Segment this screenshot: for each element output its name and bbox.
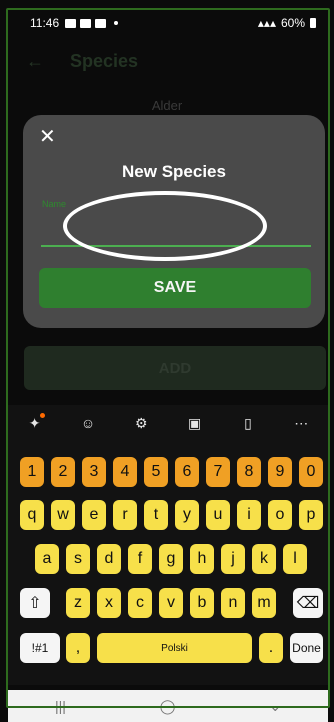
- key-m[interactable]: m: [252, 588, 276, 618]
- space-key[interactable]: Polski: [97, 633, 252, 663]
- key-1[interactable]: 1: [20, 457, 44, 487]
- key-s[interactable]: s: [66, 544, 90, 574]
- keyboard-toolbar: ✦ ☺ ⚙ ▣ ▯ ⋯: [8, 405, 328, 441]
- mail-icon: [65, 18, 77, 28]
- backspace-icon[interactable]: ⌫: [293, 588, 323, 618]
- key-v[interactable]: v: [159, 588, 183, 618]
- key-x[interactable]: x: [97, 588, 121, 618]
- emoji-icon[interactable]: ☺: [76, 411, 100, 435]
- add-button[interactable]: ADD: [24, 346, 326, 390]
- phone-screen: 11:46 ▴▴▴ 60% ← Species Alder ✕ New Spec…: [0, 0, 334, 722]
- key-u[interactable]: u: [206, 500, 230, 530]
- status-time: 11:46: [30, 16, 60, 30]
- chevron-down-icon[interactable]: ⌄: [269, 698, 281, 715]
- recent-apps-icon[interactable]: |||: [55, 698, 66, 714]
- key-y[interactable]: y: [175, 500, 199, 530]
- settings-icon[interactable]: ⚙: [129, 411, 153, 435]
- key-k[interactable]: k: [252, 544, 276, 574]
- key-b[interactable]: b: [190, 588, 214, 618]
- keyboard: ✦ ☺ ⚙ ▣ ▯ ⋯ 1 2 3 4 5 6 7 8 9 0 q w e r …: [8, 405, 328, 685]
- key-6[interactable]: 6: [175, 457, 199, 487]
- key-l[interactable]: l: [283, 544, 307, 574]
- key-a[interactable]: a: [35, 544, 59, 574]
- key-3[interactable]: 3: [82, 457, 106, 487]
- key-h[interactable]: h: [190, 544, 214, 574]
- app-bar: ← Species: [8, 40, 328, 82]
- key-0[interactable]: 0: [299, 457, 323, 487]
- key-i[interactable]: i: [237, 500, 261, 530]
- arrow-left-icon[interactable]: ←: [26, 51, 44, 72]
- key-o[interactable]: o: [268, 500, 292, 530]
- name-field-label: Name: [42, 199, 67, 209]
- battery-percent: 60%: [280, 16, 305, 30]
- page-title: Species: [70, 50, 139, 71]
- symbols-key[interactable]: !#1: [20, 633, 60, 663]
- key-r[interactable]: r: [113, 500, 137, 530]
- status-bar: 11:46 ▴▴▴ 60%: [8, 10, 328, 36]
- key-4[interactable]: 4: [113, 457, 137, 487]
- comma-key[interactable]: ,: [66, 633, 90, 663]
- status-right: ▴▴▴ 60%: [258, 16, 316, 30]
- key-c[interactable]: c: [128, 588, 152, 618]
- key-f[interactable]: f: [128, 544, 152, 574]
- key-d[interactable]: d: [97, 544, 121, 574]
- key-5[interactable]: 5: [144, 457, 168, 487]
- key-p[interactable]: p: [299, 500, 323, 530]
- key-j[interactable]: j: [221, 544, 245, 574]
- close-icon[interactable]: ✕: [39, 127, 56, 147]
- dialog-title: New Species: [122, 162, 226, 181]
- key-9[interactable]: 9: [268, 457, 292, 487]
- key-q[interactable]: q: [20, 500, 44, 530]
- key-n[interactable]: n: [221, 588, 245, 618]
- key-t[interactable]: t: [144, 500, 168, 530]
- signal-icon: ▴▴▴: [257, 16, 276, 30]
- image-icon: [80, 18, 92, 28]
- one-handed-icon[interactable]: ▯: [236, 411, 260, 435]
- clipboard-icon[interactable]: ▣: [183, 411, 207, 435]
- home-icon[interactable]: ◯: [160, 698, 176, 715]
- notification-icons: [65, 18, 107, 28]
- battery-icon: [310, 18, 316, 28]
- new-species-dialog: ✕ New Species Name SAVE: [23, 115, 325, 328]
- key-z[interactable]: z: [66, 588, 90, 618]
- key-e[interactable]: e: [82, 500, 106, 530]
- done-key[interactable]: Done: [290, 633, 323, 663]
- key-2[interactable]: 2: [51, 457, 75, 487]
- save-button[interactable]: SAVE: [39, 268, 311, 308]
- key-7[interactable]: 7: [206, 457, 230, 487]
- dot-icon: [114, 21, 119, 25]
- highlight-oval: [63, 191, 267, 261]
- more-icon[interactable]: ⋯: [289, 411, 313, 435]
- key-g[interactable]: g: [159, 544, 183, 574]
- key-8[interactable]: 8: [237, 457, 261, 487]
- system-nav-bar: ||| ◯ ⌄: [8, 690, 328, 722]
- check-icon: [95, 18, 107, 28]
- sparkle-icon[interactable]: ✦: [23, 411, 47, 435]
- shift-icon[interactable]: ⇧: [20, 588, 50, 618]
- key-w[interactable]: w: [51, 500, 75, 530]
- period-key[interactable]: .: [259, 633, 283, 663]
- species-list-item[interactable]: Alder: [152, 98, 182, 113]
